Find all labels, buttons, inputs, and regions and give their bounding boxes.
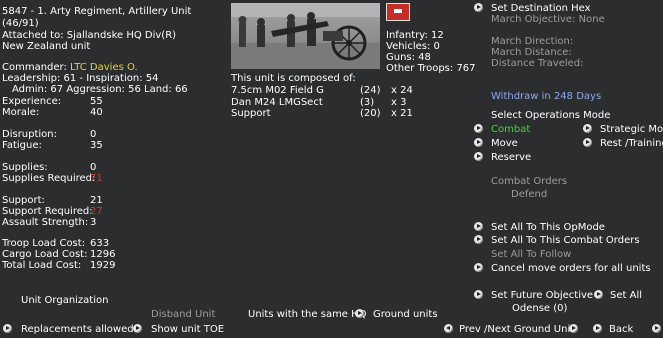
composition-name: Dan M24 LMGSect (231, 97, 323, 108)
stat-label: Cargo Load Cost: (2, 249, 88, 260)
stat-value: 1929 (90, 260, 116, 271)
arrow-right-icon[interactable] (474, 235, 483, 244)
set-all-follow-button: Set All To Follow (491, 249, 572, 260)
commander-name[interactable]: LTC Davies O. (70, 62, 138, 73)
artillery-photo-art (231, 3, 380, 69)
set-future-objective-button[interactable]: Set Future Objective (491, 290, 593, 301)
troops-vehicles: Vehicles: 0 (386, 41, 440, 52)
stat-value: 21 (90, 195, 103, 206)
arrow-right-icon[interactable] (133, 324, 142, 333)
arrow-right-icon[interactable] (474, 138, 483, 147)
set-destination-button[interactable]: Set Destination Hex (491, 3, 591, 14)
set-all-opmode-button[interactable]: Set All To This OpMode (491, 222, 605, 233)
combat-orders-heading: Combat Orders (491, 176, 568, 187)
stat-label: Supplies Required: (2, 173, 96, 184)
distance-traveled: Distance Traveled: (491, 58, 584, 69)
stat-label: Supplies: (2, 162, 48, 173)
march-direction: March Direction: (491, 36, 574, 47)
ground-units-button[interactable]: Ground units (373, 309, 438, 320)
replacements-allowed-toggle[interactable]: Replacements allowed (21, 324, 134, 335)
arrow-right-icon[interactable] (474, 152, 483, 161)
arrow-right-icon[interactable] (474, 222, 483, 231)
opmode-combat[interactable]: Combat (491, 124, 530, 135)
arrow-right-icon[interactable] (3, 324, 12, 333)
unit-count: (46/91) (2, 18, 39, 29)
disband-unit-button: Disband Unit (151, 309, 216, 320)
artillery-photo (231, 3, 380, 69)
national-flag-icon[interactable] (386, 3, 410, 21)
composition-mult: x 21 (391, 108, 413, 119)
stat-value: 35 (90, 140, 103, 151)
stat-value: 55 (90, 96, 103, 107)
composition-count: (20) (360, 108, 381, 119)
cancel-move-button[interactable]: Cancel move orders for all units (491, 263, 651, 274)
unit-title: 5847 - 1. Arty Regiment, Artillery Unit (2, 6, 192, 17)
stat-value: 0 (90, 129, 97, 140)
admin-line: Admin: 67 Aggression: 56 Land: 66 (12, 84, 188, 95)
arrow-right-icon[interactable] (594, 290, 603, 299)
troops-infantry: Infantry: 12 (386, 30, 444, 41)
troops-guns: Guns: 48 (386, 52, 431, 63)
stat-label: Assault Strength: (2, 217, 89, 228)
composition-heading: This unit is composed of: (231, 73, 356, 84)
combat-orders-value: Defend (511, 189, 548, 200)
commander-label: Commander: (2, 62, 67, 73)
composition-mult: x 3 (391, 97, 407, 108)
composition-name: Support (231, 108, 271, 119)
arrow-right-icon[interactable] (474, 263, 483, 272)
stat-label: Support: (2, 195, 45, 206)
stat-label: Experience: (2, 96, 62, 107)
withdraw-status: Withdraw in 248 Days (491, 91, 602, 102)
opmode-strategic[interactable]: Strategic Mov (600, 124, 663, 135)
march-distance: March Distance: (491, 47, 572, 58)
arrow-left-icon[interactable] (444, 324, 453, 333)
set-all-button[interactable]: Set All (610, 290, 642, 301)
arrow-right-icon[interactable] (474, 3, 483, 12)
stat-label: Morale: (2, 107, 40, 118)
stat-value-warning: 27 (90, 206, 103, 217)
opmode-move[interactable]: Move (491, 138, 518, 149)
march-objective: March Objective: None (491, 14, 605, 25)
stat-label: Disruption: (2, 129, 58, 140)
troops-other: Other Troops: 767 (386, 63, 476, 74)
arrow-right-icon[interactable] (355, 309, 364, 318)
stat-label: Support Required: (2, 206, 93, 217)
arrow-right-icon[interactable] (569, 324, 578, 333)
arrow-right-icon[interactable] (474, 124, 483, 133)
set-all-combat-button[interactable]: Set All To This Combat Orders (491, 235, 640, 246)
stat-value: 0 (90, 162, 97, 173)
arrow-right-icon[interactable] (583, 124, 592, 133)
commander-row: Commander: LTC Davies O. (2, 62, 138, 73)
composition-count: (3) (360, 97, 375, 108)
arrow-right-icon[interactable] (593, 324, 602, 333)
composition-count: (24) (360, 85, 381, 96)
stat-label: Total Load Cost: (2, 260, 82, 271)
show-toe-button[interactable]: Show unit TOE (151, 324, 224, 335)
composition-name: 7.5cm M02 Field G (231, 85, 324, 96)
leadership-line: Leadership: 61 - Inspiration: 54 (2, 73, 159, 84)
arrow-right-icon[interactable] (652, 324, 661, 333)
attached-to: Attached to: Sjallandske HQ Div(R) (2, 30, 177, 41)
opmode-rest[interactable]: Rest /Training (600, 138, 663, 149)
unit-organization-button[interactable]: Unit Organization (21, 295, 108, 306)
stat-value: 3 (90, 217, 97, 228)
stat-value: 633 (90, 238, 110, 249)
future-objective-value: Odense (0) (512, 303, 568, 314)
nationality: New Zealand unit (2, 41, 91, 52)
arrow-right-icon[interactable] (583, 138, 592, 147)
stat-value: 1296 (90, 249, 116, 260)
arrow-right-icon[interactable] (474, 290, 483, 299)
operations-heading: Select Operations Mode (491, 110, 611, 121)
stat-value: 40 (90, 107, 103, 118)
stat-label: Fatigue: (2, 140, 42, 151)
stat-label: Troop Load Cost: (2, 238, 86, 249)
prev-next-unit-button[interactable]: Prev /Next Ground Unit (459, 324, 574, 335)
back-button[interactable]: Back (609, 324, 633, 335)
units-same-hq-button[interactable]: Units with the same HQ (248, 309, 367, 320)
opmode-reserve[interactable]: Reserve (491, 152, 531, 163)
stat-value-warning: 71 (90, 173, 103, 184)
composition-mult: x 24 (391, 85, 413, 96)
